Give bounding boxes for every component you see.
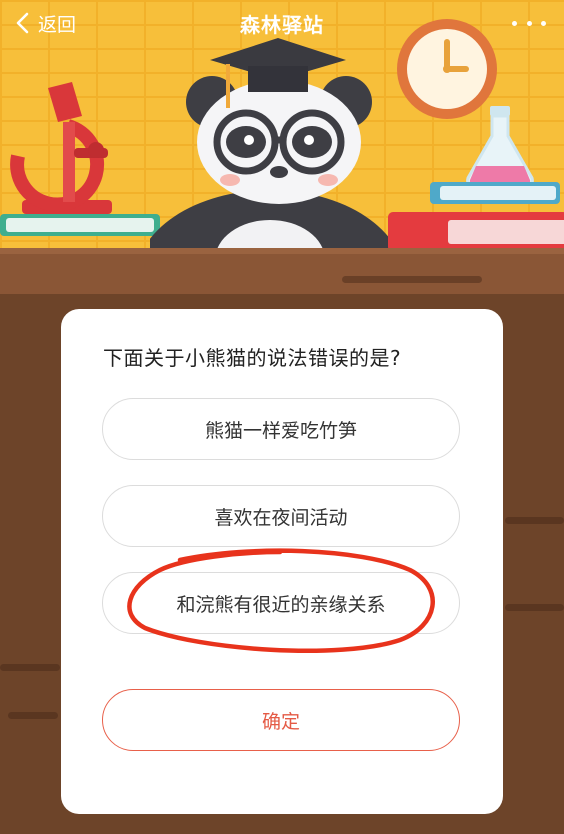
desk-groove	[8, 712, 58, 719]
header-illustration: 返回 森林驿站	[0, 0, 564, 250]
desk-top	[0, 248, 564, 294]
more-dot	[541, 20, 546, 26]
quiz-card: 下面关于小熊猫的说法错误的是? 熊猫一样爱吃竹笋 喜欢在夜间活动 和浣熊有很近的…	[61, 309, 503, 814]
more-dot	[512, 20, 517, 26]
desk-groove	[0, 664, 60, 671]
quiz-option[interactable]: 和浣熊有很近的亲缘关系	[102, 572, 460, 634]
microscope-icon	[10, 82, 112, 214]
desk-groove	[342, 276, 482, 283]
quiz-option-label: 熊猫一样爱吃竹笋	[204, 419, 357, 442]
quiz-option-label: 喜欢在夜间活动	[214, 506, 348, 529]
quiz-option-label: 和浣熊有很近的亲缘关系	[176, 593, 386, 616]
quiz-option[interactable]: 喜欢在夜间活动	[102, 485, 460, 547]
desk-groove	[505, 604, 564, 611]
quiz-option[interactable]: 熊猫一样爱吃竹笋	[102, 398, 460, 460]
book-stack-right	[388, 182, 564, 250]
confirm-button[interactable]: 确定	[102, 689, 460, 751]
desk-groove	[505, 517, 564, 524]
quiz-question: 下面关于小熊猫的说法错误的是?	[103, 346, 402, 370]
more-button[interactable]	[512, 10, 546, 36]
more-dot	[526, 20, 532, 26]
confirm-label: 确定	[261, 710, 300, 733]
page-title: 森林驿站	[240, 13, 324, 37]
nav-bar: 返回 森林驿站	[0, 0, 564, 46]
